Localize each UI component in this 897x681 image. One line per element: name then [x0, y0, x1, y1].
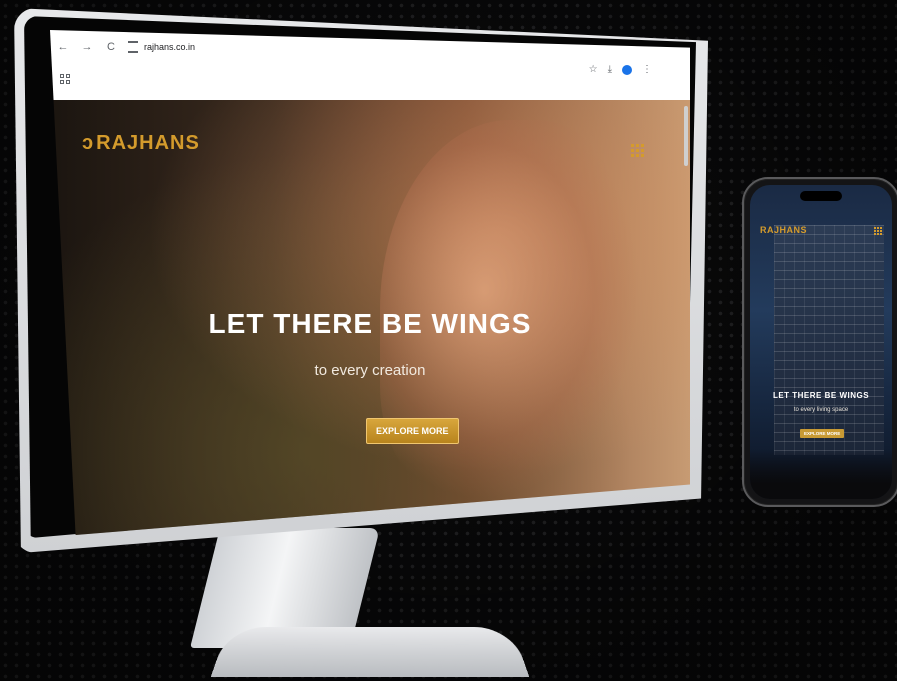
- monitor-screen: ← → C rajhans.co.in ☆ ⤓ ⋮ ↄ RAJHANS LET …: [50, 30, 690, 535]
- phone-frame: RAJHANS LET THERE BE WINGS to every livi…: [742, 177, 897, 507]
- phone-bottom-shade: [750, 449, 892, 499]
- hero-section: ↄ RAJHANS LET THERE BE WINGS to every cr…: [50, 100, 690, 535]
- mobile-menu-grid-icon[interactable]: [874, 227, 882, 235]
- browser-actions: ☆ ⤓ ⋮: [589, 64, 652, 75]
- address-bar[interactable]: rajhans.co.in: [128, 41, 195, 53]
- download-icon[interactable]: ⤓: [608, 64, 612, 75]
- mobile-hero-subheadline: to every living space: [793, 407, 849, 413]
- mobile-hero-headline: LET THERE BE WINGS: [772, 391, 870, 400]
- site-logo[interactable]: ↄ RAJHANS: [82, 132, 200, 155]
- phone-screen: RAJHANS LET THERE BE WINGS to every livi…: [750, 185, 892, 499]
- monitor-stand-base: [210, 626, 530, 678]
- hero-headline: LET THERE BE WINGS: [208, 308, 532, 339]
- logo-mark: ↄ: [82, 132, 95, 154]
- forward-icon[interactable]: →: [80, 40, 94, 54]
- building-image: [774, 225, 884, 455]
- apps-icon[interactable]: [60, 74, 70, 84]
- mobile-explore-more-button[interactable]: EXPLORE MORE: [800, 429, 845, 438]
- scrollbar[interactable]: [684, 106, 688, 166]
- explore-more-button[interactable]: EXPLORE MORE: [366, 418, 459, 444]
- phone-notch: [800, 191, 842, 201]
- star-icon[interactable]: ☆: [589, 64, 598, 75]
- url-text[interactable]: rajhans.co.in: [144, 42, 195, 52]
- browser-toolbar: ← → C rajhans.co.in: [56, 40, 195, 54]
- hero-subheadline: to every creation: [314, 362, 426, 379]
- reload-icon[interactable]: C: [104, 40, 118, 54]
- logo-text: RAJHANS: [96, 132, 200, 154]
- profile-icon[interactable]: [622, 64, 632, 75]
- site-settings-icon[interactable]: [128, 41, 138, 53]
- menu-grid-icon[interactable]: [631, 144, 644, 157]
- mobile-site-logo[interactable]: RAJHANS: [760, 225, 807, 235]
- back-icon[interactable]: ←: [56, 40, 70, 54]
- more-icon[interactable]: ⋮: [642, 64, 652, 75]
